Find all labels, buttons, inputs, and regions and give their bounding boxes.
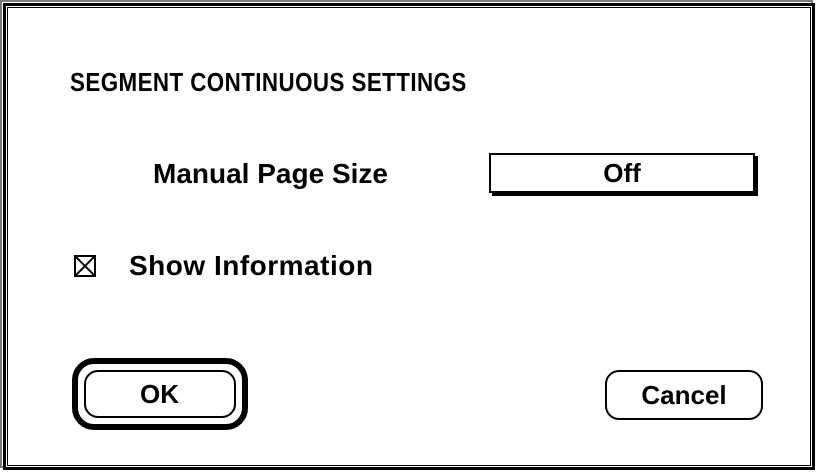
ok-button-default-ring: OK bbox=[72, 358, 248, 430]
manual-page-size-label: Manual Page Size bbox=[153, 158, 388, 189]
show-information-checkbox[interactable] bbox=[74, 255, 96, 277]
checkbox-checked-icon bbox=[76, 257, 94, 275]
ok-button[interactable]: OK bbox=[84, 370, 236, 418]
show-information-label: Show Information bbox=[129, 250, 374, 281]
segment-continuous-settings-dialog: SEGMENT CONTINUOUS SETTINGS Manual Page … bbox=[3, 3, 815, 470]
dialog-title: SEGMENT CONTINUOUS SETTINGS bbox=[70, 67, 467, 97]
manual-page-size-popup[interactable]: Off bbox=[489, 153, 755, 193]
cancel-button[interactable]: Cancel bbox=[605, 370, 763, 420]
show-information-option[interactable]: Show Information bbox=[74, 249, 373, 283]
